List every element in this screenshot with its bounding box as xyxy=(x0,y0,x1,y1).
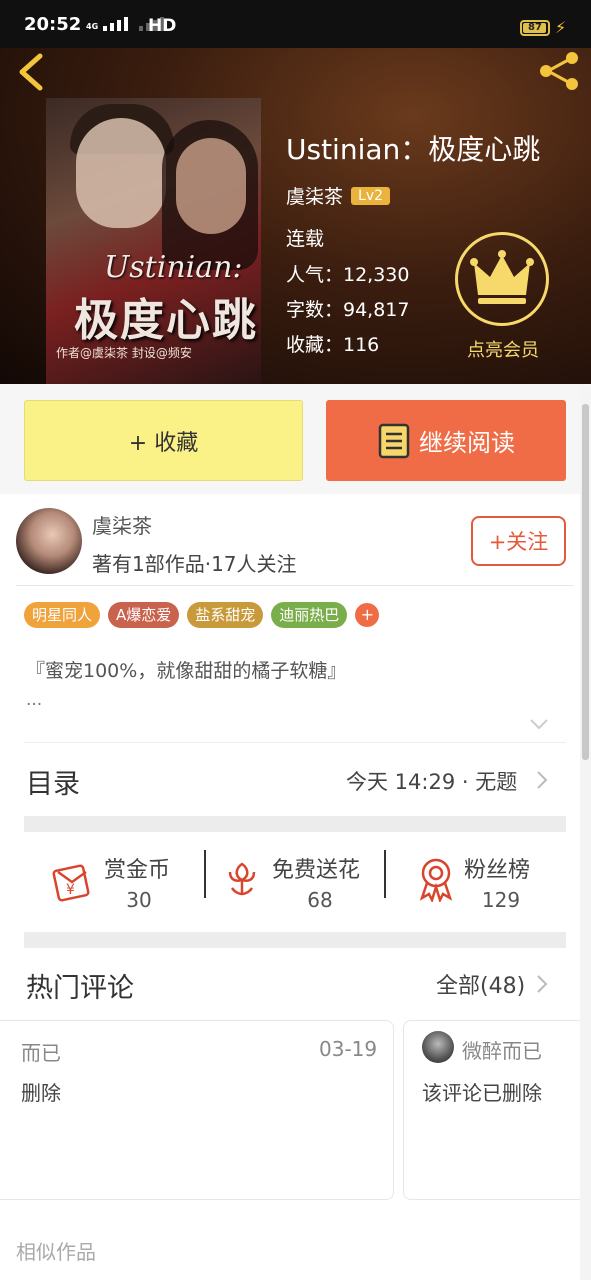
author-stats: 著有1部作品·17人关注 xyxy=(92,552,297,576)
comment-text: 删除 xyxy=(21,1081,61,1105)
medal-icon xyxy=(419,858,453,902)
author-avatar[interactable] xyxy=(16,508,82,574)
all-comments-link[interactable]: 全部(48) xyxy=(436,968,525,1000)
hd-indicator: HD xyxy=(148,16,177,36)
back-button[interactable] xyxy=(14,52,48,92)
book-favorites: 收藏：116 xyxy=(286,334,380,356)
red-envelope-icon: ¥ xyxy=(52,864,90,902)
section-separator xyxy=(24,816,566,832)
reward-coins-button[interactable]: ¥ 赏金币 30 xyxy=(24,836,204,930)
battery-icon: 87 xyxy=(520,20,550,36)
send-flower-button[interactable]: 免费送花 68 xyxy=(206,836,386,930)
comment-author: 而已 xyxy=(21,1041,61,1065)
section-separator xyxy=(24,932,566,948)
status-time: 20:52 xyxy=(24,14,82,35)
chevron-right-icon[interactable] xyxy=(536,770,548,790)
comment-avatar xyxy=(422,1031,454,1063)
reward-coins-label: 赏金币 xyxy=(104,858,171,883)
hot-comments-title: 热门评论 xyxy=(26,973,134,1004)
book-author-line: 虞柒茶 Lv2 xyxy=(286,182,391,209)
collect-button[interactable]: + 收藏 xyxy=(24,400,303,481)
cover-byline: 作者@虞柒茶 封设@频安 xyxy=(56,346,192,360)
send-flower-label: 免费送花 xyxy=(272,858,361,883)
stats-row: ¥ 赏金币 30 免费送花 68 粉丝榜 129 xyxy=(24,836,566,930)
comment-date: 03-19 xyxy=(319,1037,378,1061)
tag-list: 明星同人 A爆恋爱 盐系甜宠 迪丽热巴 + xyxy=(24,602,380,628)
comment-author: 微醉而已 xyxy=(462,1039,542,1063)
toc-latest-chapter[interactable]: 今天 14:29 · 无题 xyxy=(346,766,517,796)
divider xyxy=(16,585,574,586)
status-bar: 20:52 4G HD 87 ⚡ xyxy=(0,0,591,48)
vip-label[interactable]: 点亮会员 xyxy=(458,336,548,362)
scrollbar[interactable] xyxy=(580,386,591,1280)
scrollbar-thumb[interactable] xyxy=(582,404,589,760)
svg-text:¥: ¥ xyxy=(66,882,75,898)
book-author-name[interactable]: 虞柒茶 xyxy=(286,182,343,209)
chevron-left-icon xyxy=(19,53,43,91)
book-status: 连载 xyxy=(286,228,325,250)
comment-text: 该评论已删除 xyxy=(422,1081,542,1105)
divider xyxy=(24,742,566,743)
send-flower-value: 68 xyxy=(307,888,333,912)
tag[interactable]: A爆恋爱 xyxy=(108,602,180,628)
book-cover[interactable]: Ustinian: 极度心跳 作者@虞柒茶 封设@频安 xyxy=(46,98,261,384)
tag[interactable]: 明星同人 xyxy=(24,602,101,628)
fan-ranking-value: 129 xyxy=(481,888,521,912)
author-level-badge: Lv2 xyxy=(351,186,391,205)
book-intro: 『蜜宠100%，就像甜甜的橘子软糖』 xyxy=(26,660,347,682)
continue-reading-button[interactable]: 继续阅读 xyxy=(326,400,566,481)
tag[interactable]: 盐系甜宠 xyxy=(187,602,264,628)
book-popularity: 人气：12,330 xyxy=(286,264,410,286)
charging-icon: ⚡ xyxy=(555,18,567,37)
crown-icon xyxy=(470,250,534,304)
add-tag-button[interactable]: + xyxy=(355,603,380,627)
fan-ranking-label: 粉丝榜 xyxy=(464,858,531,883)
comment-card[interactable]: 而已 03-19 删除 xyxy=(0,1020,394,1200)
similar-works-title: 相似作品 xyxy=(16,1240,96,1264)
book-title: Ustinian：极度心跳 xyxy=(286,133,541,166)
follow-button[interactable]: +关注 xyxy=(471,516,566,566)
chevron-down-icon xyxy=(530,719,548,730)
cover-title-latin: Ustinian: xyxy=(104,250,243,285)
book-word-count: 字数：94,817 xyxy=(286,299,410,321)
book-icon xyxy=(378,423,410,458)
toc-title[interactable]: 目录 xyxy=(26,762,80,801)
vip-button[interactable] xyxy=(455,232,549,326)
author-name[interactable]: 虞柒茶 xyxy=(92,510,152,539)
chevron-right-icon[interactable] xyxy=(536,974,548,994)
reward-coins-value: 30 xyxy=(126,888,152,912)
continue-reading-label: 继续阅读 xyxy=(419,429,515,457)
tag[interactable]: 迪丽热巴 xyxy=(271,602,348,628)
comment-card[interactable]: 微醉而已 该评论已删除 xyxy=(403,1020,583,1200)
flower-icon xyxy=(228,862,256,896)
expand-intro-button[interactable] xyxy=(528,716,550,732)
book-header: Ustinian: 极度心跳 作者@虞柒茶 封设@频安 Ustinian：极度心… xyxy=(0,0,591,384)
cover-title-cn: 极度心跳 xyxy=(74,295,258,346)
share-icon xyxy=(540,52,578,90)
battery-level: 87 xyxy=(528,22,542,33)
intro-ellipsis: ... xyxy=(26,690,43,710)
share-button[interactable] xyxy=(536,48,582,94)
fan-ranking-button[interactable]: 粉丝榜 129 xyxy=(386,836,566,930)
